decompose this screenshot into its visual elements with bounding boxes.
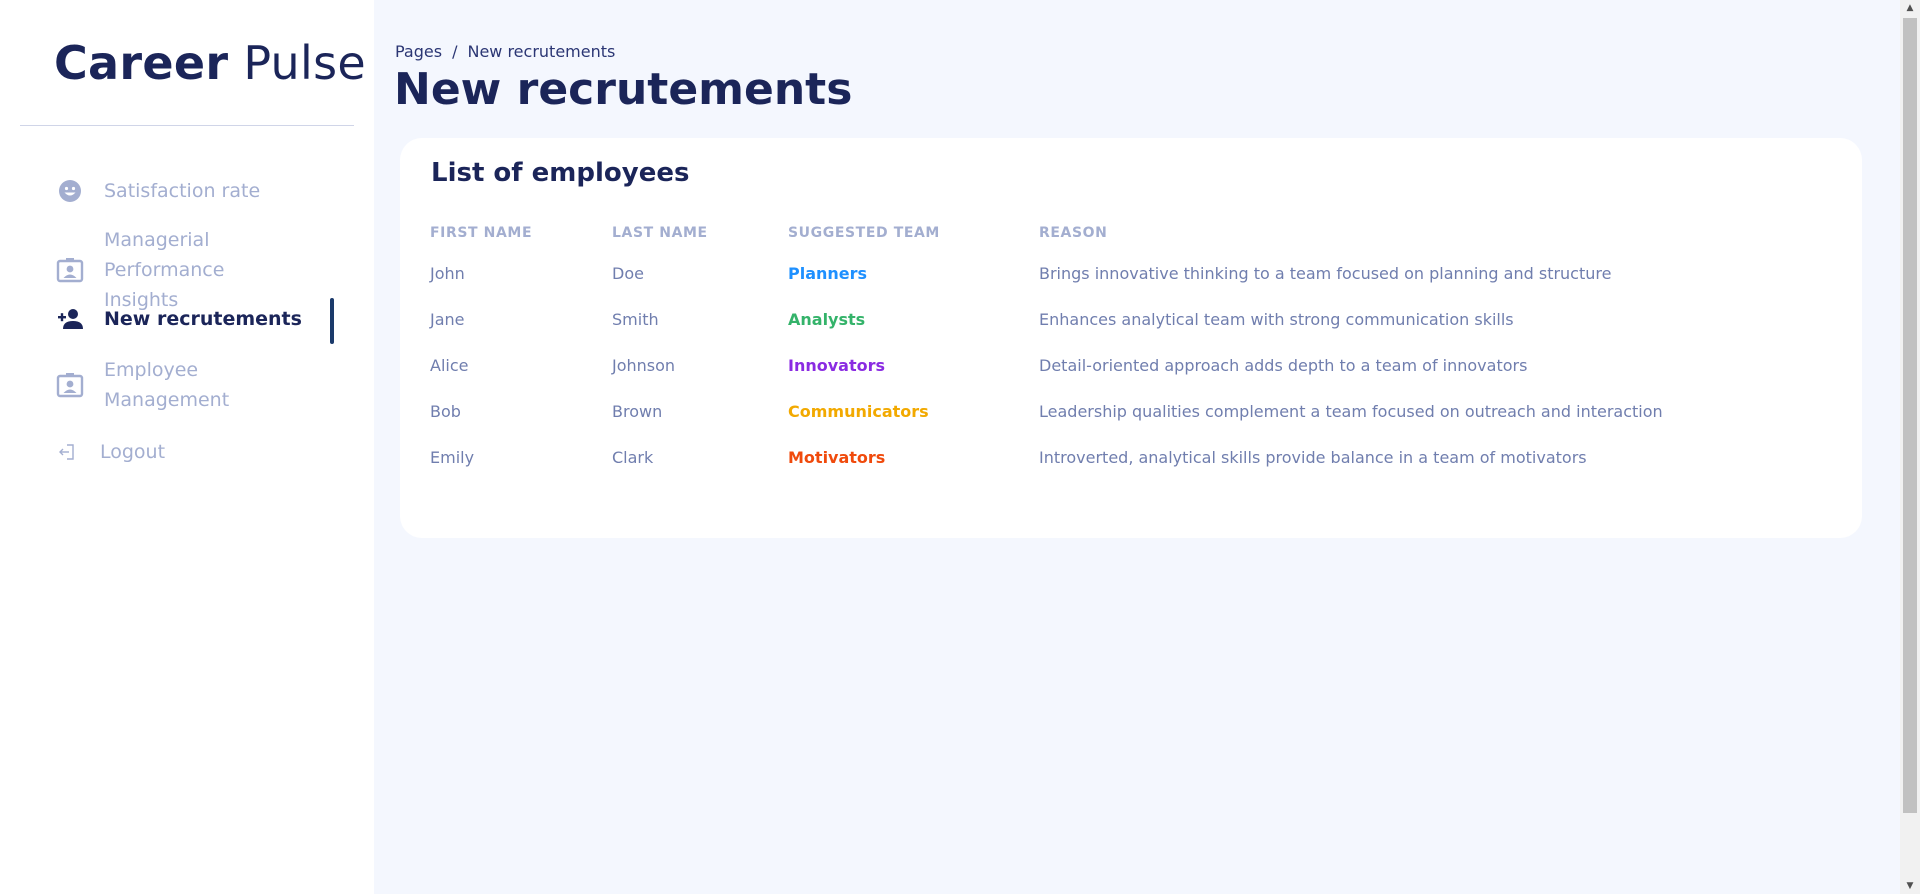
- sidebar-item-label: Satisfaction rate: [104, 180, 261, 202]
- brand-name-light: Pulse: [243, 36, 366, 90]
- employees-table: FIRST NAME LAST NAME SUGGESTED TEAM REAS…: [430, 216, 1839, 480]
- user-card-icon: [54, 254, 86, 286]
- cell-reason: Introverted, analytical skills provide b…: [1039, 447, 1587, 467]
- cell-last-name: Clark: [612, 447, 654, 467]
- column-header-last-name: LAST NAME: [612, 225, 708, 241]
- column-header-first-name: FIRST NAME: [430, 225, 533, 241]
- table-row: Jane Smith Analysts Enhances analytical …: [430, 296, 1839, 342]
- employees-card: List of employees FIRST NAME LAST NAME S…: [400, 138, 1862, 538]
- sidebar-item-new-recrutements[interactable]: New recrutements: [54, 303, 302, 335]
- logout-icon: [54, 436, 80, 468]
- table-row: John Doe Planners Brings innovative thin…: [430, 250, 1839, 296]
- smiley-icon: [54, 175, 86, 207]
- cell-first-name: Jane: [430, 309, 465, 329]
- cell-last-name: Brown: [612, 401, 663, 421]
- table-row: Alice Johnson Innovators Detail-oriented…: [430, 342, 1839, 388]
- sidebar-item-label: New recrutements: [104, 308, 302, 330]
- user-card-icon: [54, 369, 86, 401]
- card-title: List of employees: [431, 158, 690, 188]
- sidebar-item-label: Logout: [100, 441, 166, 463]
- cell-reason: Leadership qualities complement a team f…: [1039, 401, 1663, 421]
- breadcrumb-separator: /: [452, 42, 458, 61]
- sidebar-item-satisfaction-rate[interactable]: Satisfaction rate: [54, 175, 260, 207]
- column-header-suggested-team: SUGGESTED TEAM: [788, 225, 940, 241]
- sidebar-item-label: Employee Management: [104, 359, 230, 411]
- cell-suggested-team: Analysts: [788, 309, 866, 329]
- scroll-thumb[interactable]: [1903, 18, 1917, 813]
- breadcrumb: Pages / New recrutements: [395, 42, 615, 61]
- cell-reason: Brings innovative thinking to a team foc…: [1039, 263, 1612, 283]
- sidebar-item-managerial-performance-insights[interactable]: Managerial Performance Insights: [54, 225, 304, 315]
- sidebar-divider: [20, 125, 354, 126]
- column-header-reason: REASON: [1039, 225, 1108, 241]
- table-row: Emily Clark Motivators Introverted, anal…: [430, 434, 1839, 480]
- cell-first-name: Alice: [430, 355, 469, 375]
- cell-reason: Enhances analytical team with strong com…: [1039, 309, 1514, 329]
- sidebar: Career Pulse Satisfaction rate Manageria…: [0, 0, 374, 894]
- sidebar-item-employee-management[interactable]: Employee Management: [54, 355, 244, 415]
- sidebar-item-label: Managerial Performance Insights: [104, 229, 225, 311]
- breadcrumb-root[interactable]: Pages: [395, 42, 442, 61]
- cell-last-name: Smith: [612, 309, 659, 329]
- vertical-scrollbar[interactable]: ▲ ▼: [1900, 0, 1920, 894]
- cell-first-name: Bob: [430, 401, 461, 421]
- table-row: Bob Brown Communicators Leadership quali…: [430, 388, 1839, 434]
- cell-first-name: Emily: [430, 447, 475, 467]
- cell-suggested-team: Planners: [788, 263, 868, 283]
- cell-last-name: Johnson: [612, 355, 676, 375]
- cell-suggested-team: Motivators: [788, 447, 886, 467]
- brand-name-bold: Career: [54, 36, 229, 90]
- page-title: New recrutements: [394, 64, 853, 115]
- table-header-row: FIRST NAME LAST NAME SUGGESTED TEAM REAS…: [430, 216, 1839, 250]
- brand-logo[interactable]: Career Pulse: [54, 36, 366, 90]
- cell-reason: Detail-oriented approach adds depth to a…: [1039, 355, 1528, 375]
- cell-suggested-team: Communicators: [788, 401, 929, 421]
- active-indicator: [330, 298, 334, 344]
- cell-suggested-team: Innovators: [788, 355, 886, 375]
- cell-last-name: Doe: [612, 263, 644, 283]
- cell-first-name: John: [430, 263, 465, 283]
- breadcrumb-current: New recrutements: [467, 42, 616, 61]
- scroll-up-arrow-icon[interactable]: ▲: [1900, 0, 1920, 16]
- sidebar-item-logout[interactable]: Logout: [54, 436, 165, 468]
- person-add-icon: [54, 303, 86, 335]
- scroll-down-arrow-icon[interactable]: ▼: [1900, 878, 1920, 894]
